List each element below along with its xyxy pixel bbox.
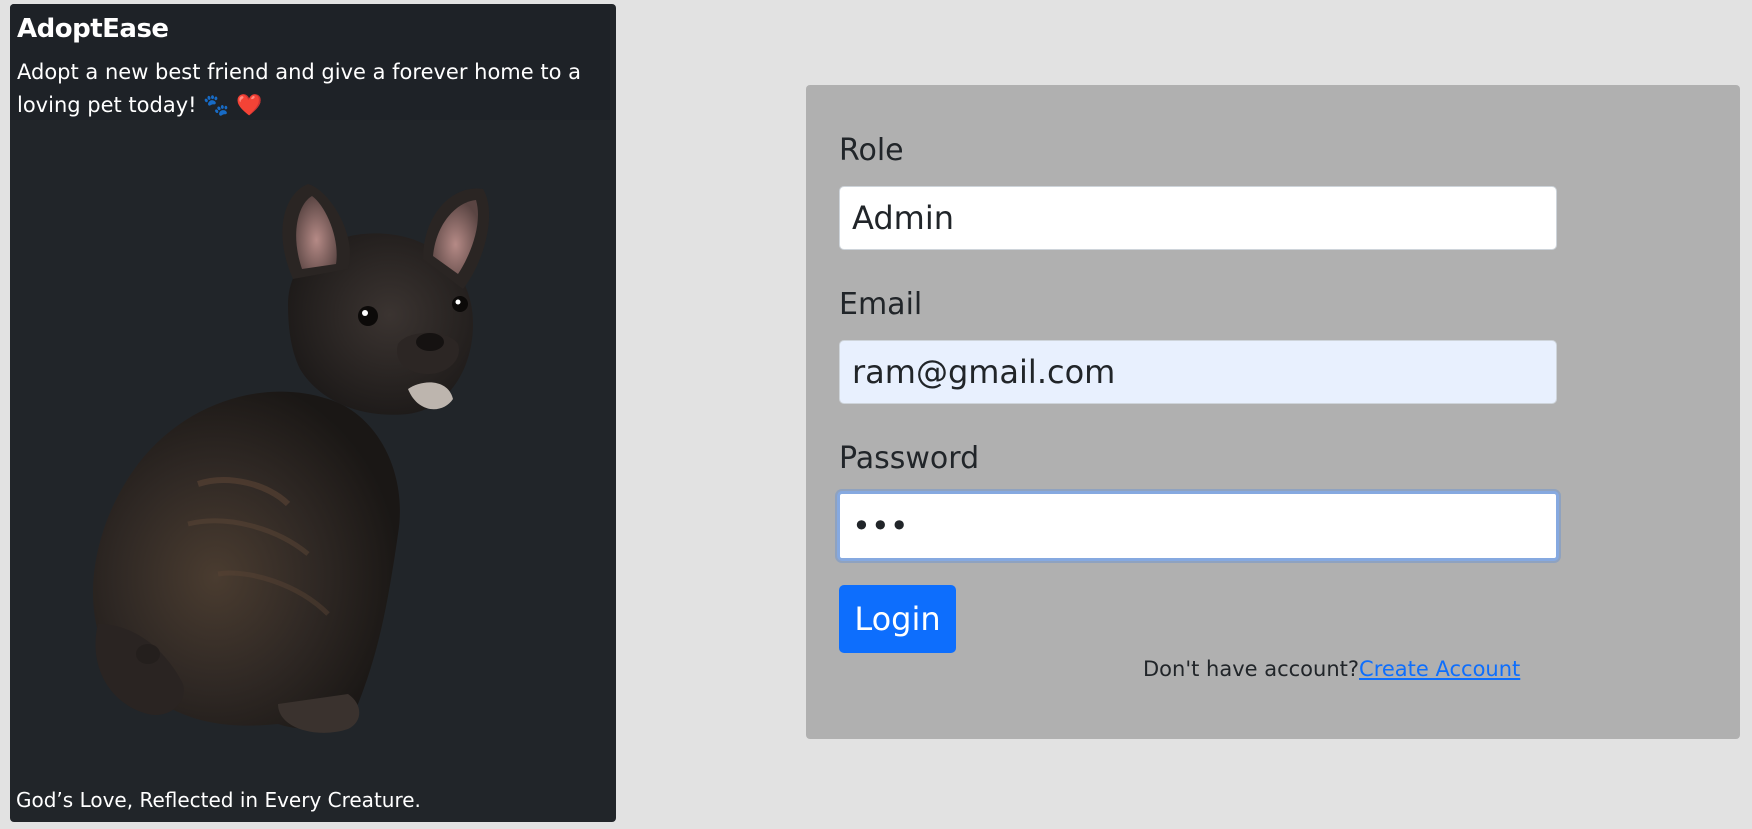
hero-subtitle: Adopt a new best friend and give a forev…	[17, 60, 581, 117]
password-input[interactable]	[837, 491, 1559, 561]
email-input[interactable]	[839, 340, 1557, 404]
login-panel: Role Email Password Login Don't have acc…	[806, 85, 1740, 739]
signup-prompt: Don't have account?Create Account	[1143, 657, 1520, 681]
login-button[interactable]: Login	[839, 585, 956, 653]
hero-tagline: God’s Love, Reflected in Every Creature.	[16, 788, 421, 812]
signup-prompt-text: Don't have account?	[1143, 657, 1360, 681]
role-input[interactable]	[839, 186, 1557, 250]
hero-header: AdoptEase Adopt a new best friend and gi…	[10, 4, 610, 120]
hero-card: AdoptEase Adopt a new best friend and gi…	[10, 4, 616, 822]
email-label: Email	[839, 287, 923, 322]
dog-image	[93, 184, 490, 733]
create-account-link[interactable]: Create Account	[1359, 657, 1520, 681]
role-label: Role	[839, 133, 904, 168]
login-page: AdoptEase Adopt a new best friend and gi…	[0, 0, 1752, 829]
brand-title: AdoptEase	[17, 14, 169, 44]
password-label: Password	[839, 441, 980, 476]
